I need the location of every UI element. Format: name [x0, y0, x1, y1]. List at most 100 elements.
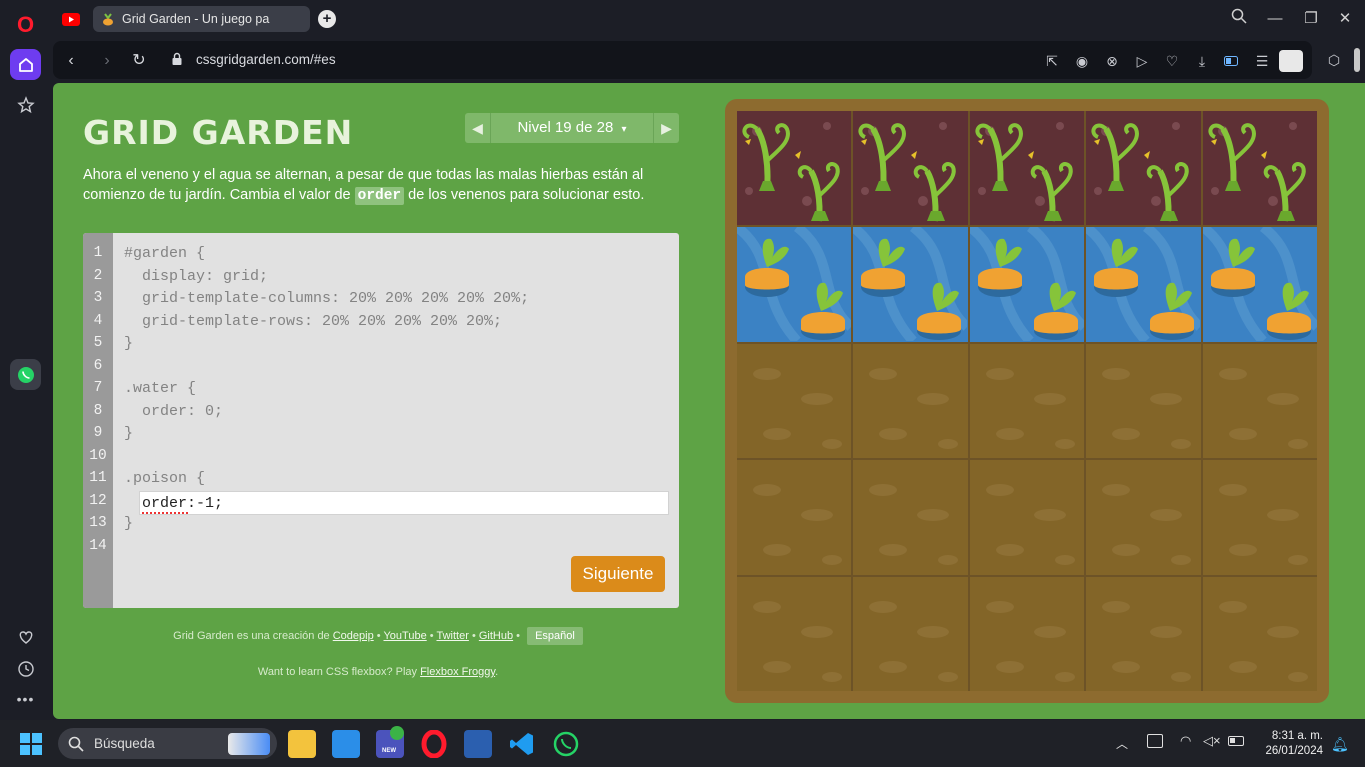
notification-bell-icon[interactable]: 🔔︎ [1331, 736, 1349, 753]
credits: Grid Garden es una creación de Codepip •… [53, 627, 703, 645]
file-explorer-icon[interactable] [288, 730, 316, 758]
url-text[interactable]: cssgridgarden.com/#es [196, 52, 336, 67]
language-selector[interactable]: Español [527, 627, 583, 645]
camera-icon[interactable]: ◉ [1072, 51, 1092, 71]
code-editor: 1 2 3 4 5 6 7 8 9 10 11 12 13 14 #garden { display: g… [83, 233, 679, 608]
water-cell [969, 227, 1085, 342]
clock-date: 26/01/2024 [1265, 745, 1323, 757]
windows-start-icon[interactable] [20, 733, 42, 755]
tab-grid-garden[interactable]: Grid Garden - Un juego pa [93, 6, 310, 32]
water-cell [737, 227, 852, 342]
notepad-icon[interactable] [332, 730, 360, 758]
wifi-icon[interactable]: ◠ [1180, 733, 1191, 749]
profile-avatar[interactable] [1279, 50, 1303, 72]
poison-cell [853, 111, 968, 226]
soil-cell [969, 576, 1085, 691]
taskbar-search[interactable]: Búsqueda [58, 728, 277, 759]
soil-cell [737, 576, 852, 691]
system-clock[interactable]: 8:31 a. m. 26/01/2024 [1255, 729, 1323, 759]
instructions-code: order [354, 187, 405, 205]
level-navigation: ◀ Nivel 19 de 28 ▾ ▶ [465, 113, 679, 143]
close-icon[interactable]: ✕ [1332, 8, 1358, 30]
battery-saver-icon[interactable] [1222, 51, 1242, 71]
poison-cell [969, 111, 1085, 226]
opera-logo-icon[interactable]: O [10, 9, 41, 40]
dropdown-arrow-icon: ▾ [621, 124, 627, 135]
line-number: 12 [89, 492, 107, 509]
previous-level-button[interactable]: ◀ [465, 113, 491, 143]
back-icon[interactable]: ‹ [61, 51, 81, 71]
code-line: display: grid; [124, 267, 269, 285]
soil-cell [1086, 343, 1201, 459]
soil-cell [1086, 576, 1201, 691]
taskbar: Búsqueda NEW ︿ ◠ ◁× 8:31 a. m. 26/01/202… [0, 720, 1365, 767]
carrot-icon [103, 13, 113, 26]
garden-board [725, 99, 1329, 703]
code-line: grid-template-rows: 20% 20% 20% 20% 20%; [124, 312, 503, 330]
css-code-input[interactable] [141, 492, 661, 514]
history-icon[interactable] [10, 653, 41, 684]
forward-icon[interactable]: › [97, 51, 117, 71]
chevron-up-icon[interactable]: ︿ [1116, 735, 1128, 752]
line-number: 8 [93, 402, 103, 419]
level-indicator[interactable]: Nivel 19 de 28 ▾ [491, 113, 653, 143]
codepip-link[interactable]: Codepip [333, 630, 374, 642]
play-icon[interactable]: ▷ [1132, 51, 1152, 71]
poison-cell [1202, 111, 1317, 226]
lock-icon [172, 52, 182, 65]
line-number-gutter: 1 2 3 4 5 6 7 8 9 10 11 12 13 14 [83, 233, 113, 608]
new-tab-button[interactable]: + [318, 10, 336, 28]
extensions-icon[interactable]: ⬡ [1324, 50, 1344, 70]
adblock-icon[interactable]: ⊗ [1102, 51, 1122, 71]
scrollbar-thumb[interactable] [1354, 48, 1360, 72]
heart-icon[interactable] [10, 621, 41, 652]
teams-icon[interactable]: NEW [376, 726, 404, 758]
soil-cell [1202, 460, 1317, 575]
search-tabs-icon[interactable] [1226, 8, 1252, 30]
home-icon[interactable] [10, 49, 41, 80]
next-button[interactable]: Siguiente [571, 556, 665, 592]
flexbox-froggy-link[interactable]: Flexbox Froggy [420, 666, 495, 678]
code-input-line[interactable] [139, 491, 669, 515]
word-icon[interactable] [464, 730, 492, 758]
easy-setup-icon[interactable]: ☰ [1252, 51, 1272, 71]
opera-taskbar-icon[interactable] [420, 729, 448, 759]
whatsapp-taskbar-icon[interactable] [552, 730, 580, 758]
search-highlight-icon [228, 733, 270, 755]
new-badge: NEW [382, 748, 396, 754]
tablet-icon[interactable] [1147, 734, 1163, 748]
twitter-link[interactable]: Twitter [436, 630, 468, 642]
youtube-link[interactable]: YouTube [383, 630, 426, 642]
share-icon[interactable]: ⇱ [1042, 51, 1062, 71]
tab-title: Grid Garden - Un juego pa [122, 12, 270, 26]
search-icon [68, 736, 84, 752]
star-icon[interactable] [10, 89, 41, 120]
soil-cell [737, 460, 852, 575]
volume-muted-icon[interactable]: ◁× [1203, 733, 1221, 749]
garden-grid [737, 111, 1317, 691]
minimize-icon[interactable]: — [1262, 8, 1288, 30]
water-cell [853, 227, 968, 342]
vscode-icon[interactable] [508, 730, 536, 758]
water-cell [1086, 227, 1201, 342]
reload-icon[interactable]: ↻ [129, 51, 149, 71]
credits-text: Grid Garden es una creación de [173, 630, 333, 642]
next-level-button[interactable]: ▶ [653, 113, 679, 143]
more-icon[interactable]: ••• [10, 683, 41, 714]
whatsapp-icon[interactable] [10, 359, 41, 390]
github-link[interactable]: GitHub [479, 630, 513, 642]
favorite-icon[interactable]: ♡ [1162, 51, 1182, 71]
spellcheck-underline [142, 511, 188, 514]
soil-cell [853, 460, 968, 575]
separator: • [468, 630, 479, 642]
page-logo[interactable]: GRID GARDEN [83, 113, 353, 152]
code-line: } [124, 515, 134, 532]
restore-icon[interactable]: ❐ [1298, 8, 1324, 30]
tab-youtube[interactable] [54, 6, 88, 32]
battery-icon[interactable] [1228, 736, 1244, 746]
line-number: 1 [93, 245, 103, 261]
soil-cell [1202, 343, 1317, 459]
download-icon[interactable]: ⤓ [1192, 51, 1212, 71]
soil-cell [1086, 460, 1201, 575]
flexbox-promo-text: Want to learn CSS flexbox? Play [257, 666, 421, 678]
